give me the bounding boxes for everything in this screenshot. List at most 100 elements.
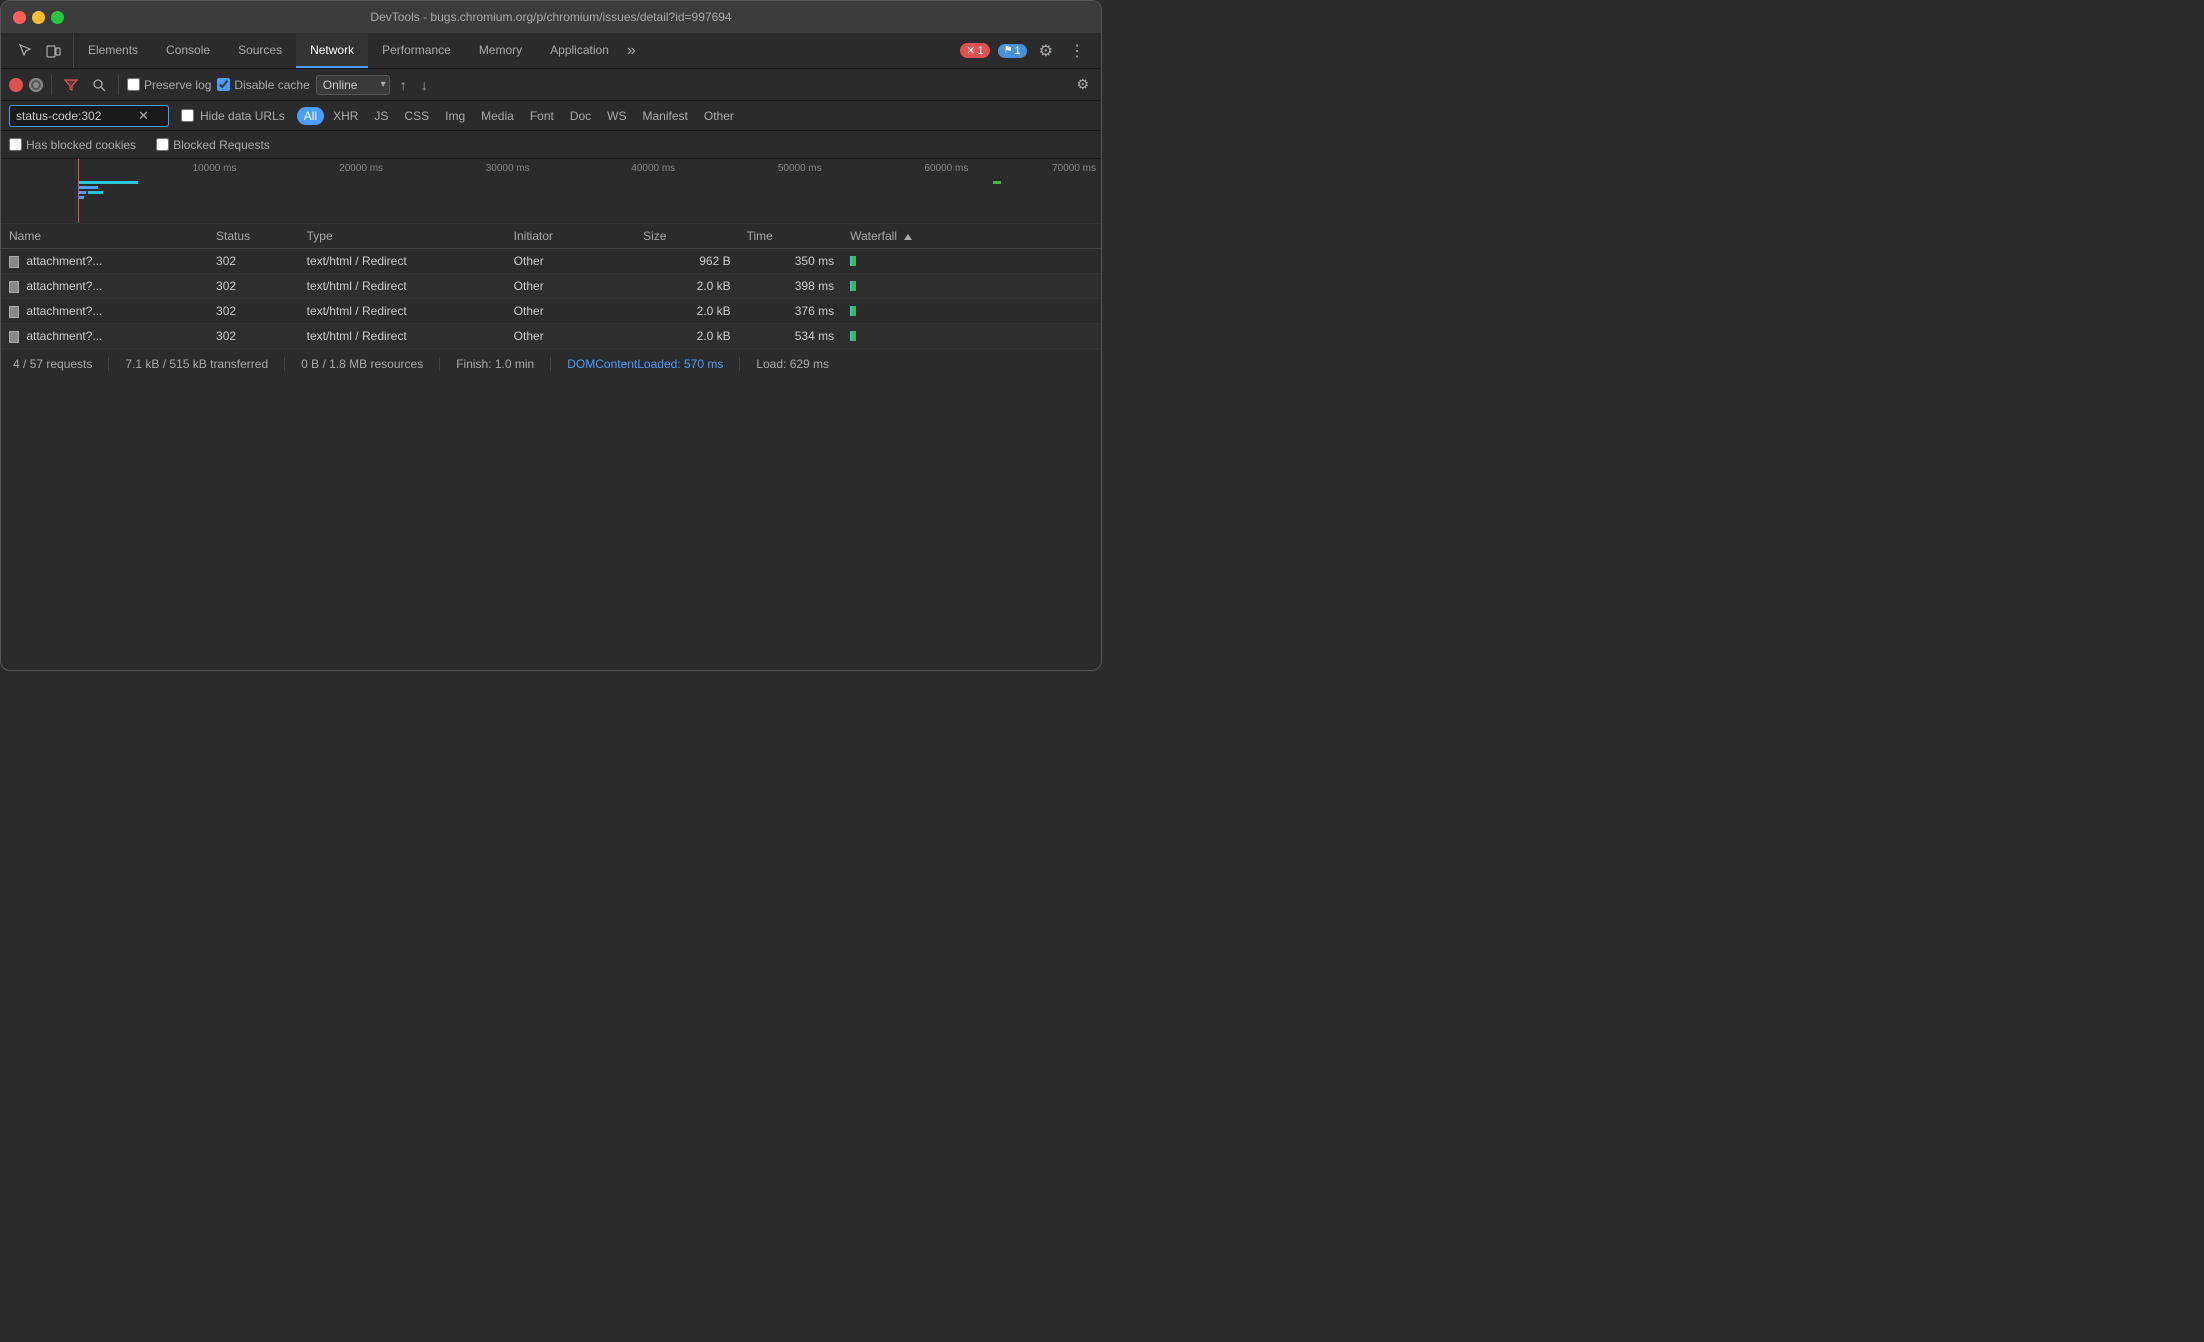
record-button[interactable] (9, 78, 23, 92)
error-badge: ✕ 1 (960, 43, 989, 58)
filter-clear-icon[interactable]: ✕ (136, 108, 151, 124)
timeline-label-20000: 20000 ms (339, 163, 383, 174)
preserve-log-checkbox[interactable]: Preserve log (127, 78, 211, 92)
network-toolbar: Preserve log Disable cache Online Fast 3… (1, 69, 1101, 101)
timeline-label-10000: 10000 ms (193, 163, 237, 174)
tab-list: Elements Console Sources Network Perform… (74, 33, 952, 68)
filter-type-css[interactable]: CSS (397, 107, 436, 125)
upload-icon[interactable]: ↑ (396, 75, 411, 95)
resources-size: 0 B / 1.8 MB resources (301, 357, 440, 371)
col-status[interactable]: Status (208, 224, 299, 249)
cell-status: 302 (208, 249, 299, 274)
search-icon[interactable] (88, 76, 110, 94)
table-row[interactable]: attachment?... 302 text/html / Redirect … (1, 299, 1101, 324)
finish-time: Finish: 1.0 min (456, 357, 551, 371)
timeline-label-30000: 30000 ms (486, 163, 530, 174)
cell-initiator: Other (506, 249, 635, 274)
traffic-lights (13, 11, 64, 24)
tab-bar: Elements Console Sources Network Perform… (1, 33, 1101, 69)
filter-type-doc[interactable]: Doc (563, 107, 598, 125)
timeline-label-40000: 40000 ms (631, 163, 675, 174)
has-blocked-cookies-checkbox[interactable]: Has blocked cookies (9, 138, 136, 152)
filter-type-js[interactable]: JS (367, 107, 395, 125)
table-row[interactable]: attachment?... 302 text/html / Redirect … (1, 274, 1101, 299)
col-time[interactable]: Time (739, 224, 843, 249)
cell-status: 302 (208, 299, 299, 324)
close-button[interactable] (13, 11, 26, 24)
table-row[interactable]: attachment?... 302 text/html / Redirect … (1, 249, 1101, 274)
throttle-selector[interactable]: Online Fast 3G Slow 3G Offline ▾ (316, 75, 390, 95)
timeline-label-70000: 70000 ms (1052, 163, 1096, 174)
network-table-area: Name Status Type Initiator Size Time Wat… (1, 224, 1101, 349)
tab-bar-right: ✕ 1 ⚑ 1 ⚙ ⋮ (952, 39, 1097, 63)
requests-count: 4 / 57 requests (13, 357, 109, 371)
filter-type-media[interactable]: Media (474, 107, 521, 125)
col-initiator[interactable]: Initiator (506, 224, 635, 249)
window-title: DevTools - bugs.chromium.org/p/chromium/… (370, 10, 731, 24)
cell-status: 302 (208, 324, 299, 349)
cell-name: attachment?... (1, 274, 208, 299)
tab-elements[interactable]: Elements (74, 33, 152, 68)
minimize-button[interactable] (32, 11, 45, 24)
filter-input-wrapper[interactable]: ✕ (9, 105, 169, 127)
devtools-icons (5, 33, 74, 68)
cell-waterfall (842, 249, 1101, 274)
filter-type-xhr[interactable]: XHR (326, 107, 365, 125)
tab-console[interactable]: Console (152, 33, 224, 68)
tab-application[interactable]: Application (536, 33, 623, 68)
cell-waterfall (842, 299, 1101, 324)
cell-time: 376 ms (739, 299, 843, 324)
table-row[interactable]: attachment?... 302 text/html / Redirect … (1, 324, 1101, 349)
filter-types: All XHR JS CSS Img Media Font Doc WS Man… (297, 107, 741, 125)
filter-icon[interactable] (60, 76, 82, 94)
cell-type: text/html / Redirect (299, 274, 506, 299)
col-name[interactable]: Name (1, 224, 208, 249)
settings-icon[interactable]: ⚙ (1035, 39, 1057, 63)
device-toolbar-icon[interactable] (41, 41, 65, 61)
blocked-requests-checkbox[interactable]: Blocked Requests (156, 138, 270, 152)
col-size[interactable]: Size (635, 224, 739, 249)
tab-performance[interactable]: Performance (368, 33, 465, 68)
col-waterfall[interactable]: Waterfall (842, 224, 1101, 249)
cell-initiator: Other (506, 274, 635, 299)
load-time: Load: 629 ms (756, 357, 845, 371)
cell-name: attachment?... (1, 299, 208, 324)
disable-cache-checkbox[interactable]: Disable cache (217, 78, 309, 92)
inspect-icon[interactable] (13, 41, 37, 61)
filter-type-ws[interactable]: WS (600, 107, 633, 125)
timeline-red-line (78, 159, 79, 223)
cell-waterfall (842, 324, 1101, 349)
tab-network[interactable]: Network (296, 33, 368, 68)
filter-type-other[interactable]: Other (697, 107, 741, 125)
filter-type-all[interactable]: All (297, 107, 324, 125)
waterfall-timeline: 10000 ms 20000 ms 30000 ms 40000 ms 5000… (1, 159, 1101, 224)
filter-input[interactable] (16, 109, 136, 123)
cell-size: 962 B (635, 249, 739, 274)
cell-time: 350 ms (739, 249, 843, 274)
network-settings-icon[interactable]: ⚙ (1072, 74, 1093, 95)
network-table: Name Status Type Initiator Size Time Wat… (1, 224, 1101, 349)
tab-sources[interactable]: Sources (224, 33, 296, 68)
filter-type-manifest[interactable]: Manifest (636, 107, 695, 125)
cell-type: text/html / Redirect (299, 324, 506, 349)
more-tabs-icon[interactable]: » (623, 40, 640, 62)
maximize-button[interactable] (51, 11, 64, 24)
dom-content-loaded: DOMContentLoaded: 570 ms (567, 357, 740, 371)
cell-initiator: Other (506, 299, 635, 324)
mini-bar-far (993, 181, 1001, 184)
cell-name: attachment?... (1, 324, 208, 349)
col-type[interactable]: Type (299, 224, 506, 249)
hide-data-urls-checkbox[interactable]: Hide data URLs (175, 107, 291, 125)
checkbox-row: Has blocked cookies Blocked Requests (1, 131, 1101, 159)
toolbar-divider-1 (51, 75, 52, 95)
cell-type: text/html / Redirect (299, 249, 506, 274)
more-options-icon[interactable]: ⋮ (1065, 39, 1089, 63)
stop-button[interactable] (29, 78, 43, 92)
tab-memory[interactable]: Memory (465, 33, 536, 68)
title-bar: DevTools - bugs.chromium.org/p/chromium/… (1, 1, 1101, 33)
filter-type-font[interactable]: Font (523, 107, 561, 125)
download-icon[interactable]: ↓ (417, 75, 432, 95)
filter-bar: ✕ Hide data URLs All XHR JS CSS Img Medi… (1, 101, 1101, 131)
cell-waterfall (842, 274, 1101, 299)
filter-type-img[interactable]: Img (438, 107, 472, 125)
